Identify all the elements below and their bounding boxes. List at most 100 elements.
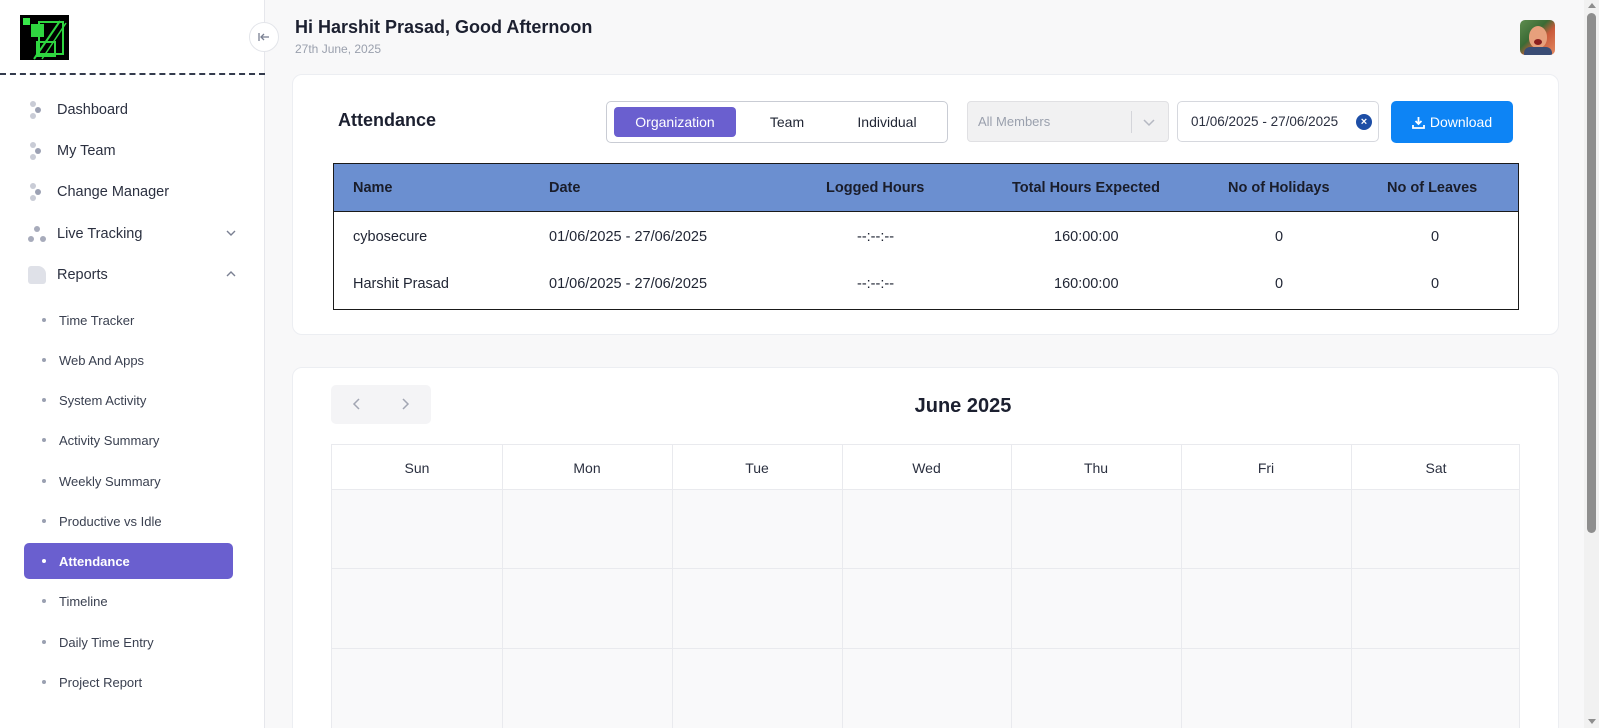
sidebar-item-reports[interactable]: Reports	[28, 255, 238, 295]
scope-segmented-control: Organization Team Individual	[606, 101, 948, 143]
segment-individual[interactable]: Individual	[837, 107, 937, 137]
sidebar-divider	[0, 73, 265, 75]
sidebar-subitem-activity-summary[interactable]: Activity Summary	[24, 422, 233, 458]
sidebar-subitem-daily-time-entry[interactable]: Daily Time Entry	[24, 624, 233, 660]
cell-total-hours: 160:00:00	[1054, 229, 1119, 245]
scroll-up-icon[interactable]	[1588, 3, 1596, 8]
greeting-title: Hi Harshit Prasad, Good Afternoon	[295, 17, 593, 37]
weekday-fri: Fri	[1257, 459, 1275, 476]
table-header: Name Date Logged Hours Total Hours Expec…	[334, 164, 1518, 212]
cell-logged-hours: --:--:--	[857, 229, 895, 245]
members-select-placeholder: All Members	[978, 114, 1051, 129]
bullet-icon	[42, 640, 46, 644]
sidebar-item-dashboard[interactable]: Dashboard	[28, 90, 238, 130]
calendar-month-title: June 2025	[914, 395, 1012, 417]
sidebar-subitem-label: Attendance	[59, 553, 130, 569]
tracking-icon	[28, 225, 46, 243]
sidebar-subitem-time-tracker[interactable]: Time Tracker	[24, 302, 233, 338]
bullet-icon	[42, 318, 46, 322]
sidebar-subitem-weekly-summary[interactable]: Weekly Summary	[24, 463, 233, 499]
sidebar-subitem-attendance[interactable]: Attendance	[24, 543, 233, 579]
user-avatar[interactable]	[1520, 20, 1555, 55]
weekday-sun: Sun	[404, 459, 430, 476]
current-date: 27th June, 2025	[295, 42, 382, 56]
chevron-down-icon[interactable]	[224, 226, 238, 240]
sidebar-subitem-label: Productive vs Idle	[59, 513, 162, 529]
clear-icon[interactable]: ×	[1356, 114, 1372, 130]
calendar-grid: Sun Mon Tue Wed Thu Fri Sat	[331, 444, 1520, 728]
date-range-picker[interactable]: 01/06/2025 - 27/06/2025 ×	[1177, 101, 1379, 142]
cell-leaves: 0	[1431, 276, 1440, 292]
download-icon	[1411, 116, 1425, 129]
sidebar-item-label: Reports	[57, 267, 108, 283]
sidebar-item-change-manager[interactable]: Change Manager	[28, 172, 238, 212]
weekday-tue: Tue	[745, 459, 769, 476]
select-separator	[1131, 111, 1132, 133]
bullet-icon	[42, 398, 46, 402]
bullet-icon	[42, 599, 46, 603]
calendar-card: June 2025 Sun Mon Tue Wed Thu Fri Sat	[292, 367, 1559, 728]
bullet-icon	[42, 680, 46, 684]
sidebar-subitem-system-activity[interactable]: System Activity	[24, 382, 233, 418]
cell-logged-hours: --:--:--	[857, 276, 895, 292]
bullet-icon	[42, 559, 46, 563]
sidebar-item-label: My Team	[57, 143, 116, 159]
collapse-sidebar-button[interactable]	[249, 22, 279, 52]
scroll-down-icon[interactable]	[1588, 719, 1596, 724]
page-scrollbar[interactable]	[1584, 0, 1599, 728]
chevron-down-icon	[1143, 119, 1155, 127]
download-button-label: Download	[1429, 114, 1493, 130]
bullet-icon	[42, 358, 46, 362]
segment-team[interactable]: Team	[742, 107, 832, 137]
people-icon	[28, 142, 46, 160]
chevron-up-icon[interactable]	[224, 267, 238, 281]
cell-total-hours: 160:00:00	[1054, 276, 1119, 292]
attendance-card: Attendance Organization Team Individual …	[292, 74, 1559, 335]
sidebar-subitem-label: Timeline	[59, 593, 108, 609]
weekday-thu: Thu	[1083, 459, 1109, 476]
sidebar-subitem-web-and-apps[interactable]: Web And Apps	[24, 342, 233, 378]
cell-holidays: 0	[1275, 276, 1284, 292]
sidebar-subitem-project-report[interactable]: Project Report	[24, 664, 233, 700]
bullet-icon	[42, 479, 46, 483]
attendance-table: Name Date Logged Hours Total Hours Expec…	[333, 163, 1519, 310]
sidebar-item-label: Change Manager	[57, 184, 170, 200]
column-header-date[interactable]: Date	[549, 180, 580, 196]
column-header-name[interactable]: Name	[353, 180, 393, 196]
sidebar-item-label: Live Tracking	[57, 226, 143, 242]
cell-holidays: 0	[1275, 229, 1284, 245]
date-range-value: 01/06/2025 - 27/06/2025	[1191, 114, 1339, 129]
column-header-total-hours-expected[interactable]: Total Hours Expected	[1012, 180, 1160, 196]
sidebar-item-my-team[interactable]: My Team	[28, 131, 238, 171]
column-header-leaves[interactable]: No of Leaves	[1387, 180, 1477, 196]
sidebar-subitem-timeline[interactable]: Timeline	[24, 583, 233, 619]
sidebar-item-label: Dashboard	[57, 102, 128, 118]
weekday-sat: Sat	[1425, 459, 1447, 476]
sidebar-subitem-label: Web And Apps	[59, 352, 145, 368]
sidebar-subitem-label: Activity Summary	[59, 432, 160, 448]
document-icon	[28, 266, 46, 284]
cell-date: 01/06/2025 - 27/06/2025	[549, 229, 708, 245]
sidebar-subitem-label: Daily Time Entry	[59, 634, 154, 650]
sidebar-subitem-productive-vs-idle[interactable]: Productive vs Idle	[24, 503, 233, 539]
segment-organization[interactable]: Organization	[614, 107, 736, 137]
sidebar-item-live-tracking[interactable]: Live Tracking	[28, 214, 238, 254]
app-logo[interactable]	[20, 15, 69, 60]
cell-name: Harshit Prasad	[353, 276, 449, 292]
people-icon	[28, 183, 46, 201]
calendar-body[interactable]	[332, 490, 1519, 728]
sidebar-subitem-label: Weekly Summary	[59, 473, 161, 489]
scrollbar-thumb[interactable]	[1587, 13, 1596, 533]
weekday-wed: Wed	[912, 459, 941, 476]
download-button[interactable]: Download	[1391, 101, 1513, 143]
sidebar-subitem-label: Project Report	[59, 674, 143, 690]
people-icon	[28, 101, 46, 119]
calendar-weekday-header: Sun Mon Tue Wed Thu Fri Sat	[332, 445, 1519, 490]
column-header-logged-hours[interactable]: Logged Hours	[826, 180, 924, 196]
sidebar-subitem-label: Time Tracker	[59, 312, 135, 328]
arrow-left-bar-icon	[258, 33, 269, 41]
cell-leaves: 0	[1431, 229, 1440, 245]
column-header-holidays[interactable]: No of Holidays	[1228, 180, 1330, 196]
members-select[interactable]: All Members	[967, 101, 1169, 142]
cell-date: 01/06/2025 - 27/06/2025	[549, 276, 708, 292]
